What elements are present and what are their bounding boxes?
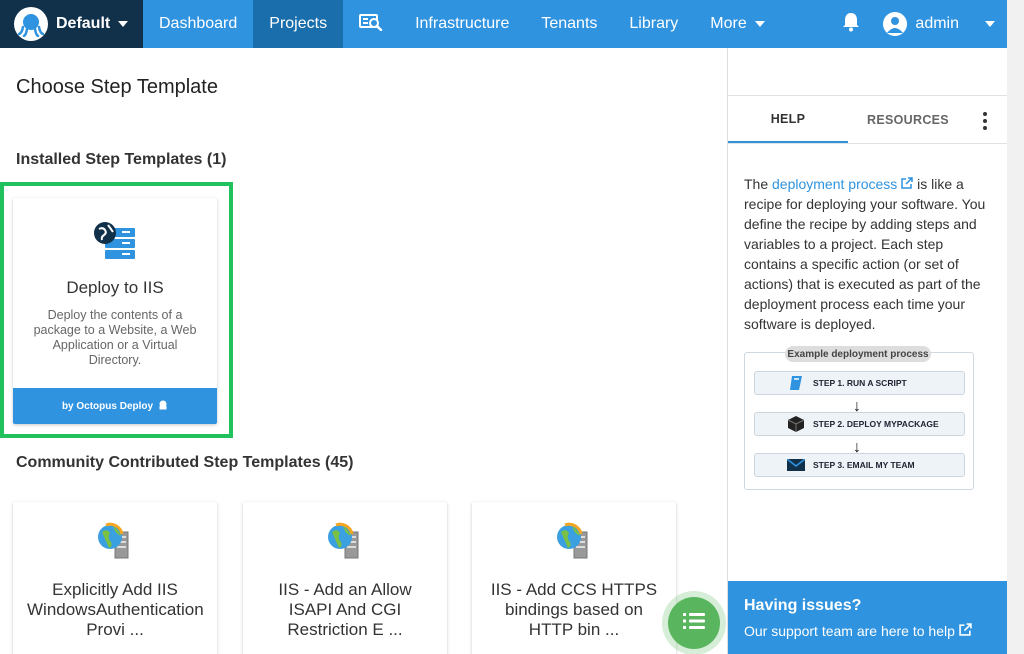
user-name: admin <box>915 15 959 32</box>
user-avatar-icon <box>883 12 908 36</box>
diagram-step: STEP 1. RUN A SCRIPT <box>754 371 965 395</box>
email-icon <box>785 459 807 471</box>
chevron-down-icon <box>118 21 129 27</box>
tab-resources[interactable]: RESOURCES <box>848 96 968 143</box>
nav-projects[interactable]: Projects <box>253 0 344 48</box>
user-menu[interactable]: admin <box>871 0 1007 48</box>
nav-more-label: More <box>710 15 747 32</box>
globe-server-icon <box>13 220 217 260</box>
space-name: Default <box>56 15 111 32</box>
globe-server-icon <box>243 522 447 560</box>
example-process-diagram: Example deployment process STEP 1. RUN A… <box>744 346 974 490</box>
card-title: IIS - Add an Allow ISAPI And CGI Restric… <box>278 580 412 639</box>
diagram-step: STEP 2. DEPLOY MYPACKAGE <box>754 412 965 436</box>
nav-library[interactable]: Library <box>613 0 694 48</box>
task-list-icon <box>682 611 706 636</box>
issues-title: Having issues? <box>744 597 862 614</box>
nav-tenants[interactable]: Tenants <box>525 0 613 48</box>
help-text: The deployment process is like a recipe … <box>744 176 986 332</box>
nav-dashboard[interactable]: Dashboard <box>143 0 253 48</box>
diagram-title: Example deployment process <box>785 346 931 362</box>
main-content: Choose Step Template Installed Step Temp… <box>0 48 727 654</box>
card-title: IIS - Add CCS HTTPS bindings based on HT… <box>490 580 658 639</box>
task-queue-button[interactable] <box>668 597 720 649</box>
octopus-logo-icon <box>14 7 48 41</box>
chevron-down-icon <box>754 21 765 27</box>
external-link-icon <box>959 623 972 639</box>
having-issues-panel: Having issues? Our support team are here… <box>728 581 1008 654</box>
card-description: Deploy the contents of a package to a We… <box>33 308 197 367</box>
search-machine-icon <box>359 13 383 36</box>
diagram-step: STEP 3. EMAIL MY TEAM <box>754 453 965 477</box>
deployment-process-link[interactable]: deployment process <box>772 176 913 192</box>
step-template-card[interactable]: IIS - Add an Allow ISAPI And CGI Restric… <box>243 502 447 654</box>
nav-search-machine[interactable] <box>343 0 399 48</box>
chevron-down-icon <box>985 21 995 27</box>
package-icon <box>785 415 807 433</box>
card-author: by Octopus Deploy <box>61 400 154 412</box>
script-icon <box>785 375 807 391</box>
help-tabs: HELP RESOURCES <box>728 96 1007 144</box>
community-section-title: Community Contributed Step Templates (45… <box>16 454 354 471</box>
help-panel: HELP RESOURCES The deployment process is… <box>727 48 1008 654</box>
step-template-card[interactable]: Explicitly Add IIS WindowsAuthentication… <box>13 502 217 654</box>
space-switcher[interactable]: Default <box>0 0 143 48</box>
bell-icon <box>842 12 860 37</box>
card-title: Deploy to IIS <box>66 278 164 297</box>
page-scrollbar[interactable] <box>1007 0 1024 654</box>
globe-server-icon <box>472 522 676 560</box>
support-link[interactable]: Our support team are here to help <box>744 623 992 639</box>
step-template-card[interactable]: IIS - Add CCS HTTPS bindings based on HT… <box>472 502 676 654</box>
card-footer: by Octopus Deploy <box>13 388 217 424</box>
notifications-button[interactable] <box>831 0 871 48</box>
more-options-icon[interactable] <box>983 112 987 133</box>
octopus-small-icon <box>158 400 168 413</box>
globe-server-icon <box>13 522 217 560</box>
step-template-card-deploy-iis[interactable]: Deploy to IIS Deploy the contents of a p… <box>13 198 217 424</box>
top-nav: Default Dashboard Projects Infrastructur… <box>0 0 1007 48</box>
nav-more[interactable]: More <box>694 0 780 48</box>
external-link-icon <box>901 176 913 192</box>
card-title: Explicitly Add IIS WindowsAuthentication… <box>27 580 204 639</box>
installed-section-title: Installed Step Templates (1) <box>16 151 227 168</box>
nav-infrastructure[interactable]: Infrastructure <box>399 0 525 48</box>
page-title: Choose Step Template <box>16 76 218 98</box>
tab-help[interactable]: HELP <box>728 96 848 143</box>
